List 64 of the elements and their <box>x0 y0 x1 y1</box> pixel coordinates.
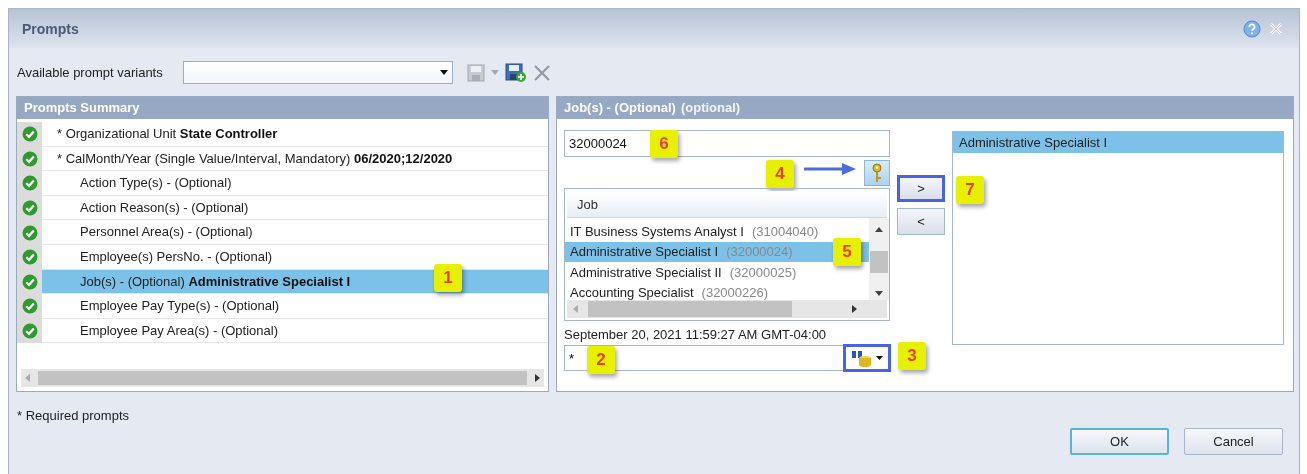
caret-icon[interactable] <box>490 70 499 75</box>
prompt-item[interactable]: Personnel Area(s) - (Optional) <box>42 220 548 245</box>
binoculars-database-icon <box>851 349 873 367</box>
up-arrow-icon <box>875 227 883 232</box>
check-icon <box>21 150 38 167</box>
callout-badge: 1 <box>434 263 462 292</box>
check-icon <box>21 200 38 217</box>
prompt-item[interactable]: Action Type(s) - (Optional) <box>42 171 548 196</box>
help-icon[interactable] <box>1243 19 1261 38</box>
list-item[interactable]: Accounting Specialist (32000226) <box>565 282 869 300</box>
search-button[interactable] <box>843 344 891 372</box>
save-as-icon[interactable] <box>504 62 527 83</box>
callout-badge: 2 <box>587 346 615 374</box>
panel-header: Job(s) - (Optional) <box>564 99 676 117</box>
key-button[interactable] <box>864 159 890 186</box>
panel-header: Prompts Summary <box>17 97 548 119</box>
prompt-item[interactable]: Employee Pay Type(s) - (Optional) <box>42 294 548 319</box>
horizontal-scrollbar[interactable] <box>21 369 544 387</box>
footnote: * Required prompts <box>17 408 129 423</box>
ok-button[interactable]: OK <box>1070 428 1169 455</box>
cancel-button[interactable]: Cancel <box>1184 428 1283 455</box>
vertical-scrollbar[interactable] <box>869 218 889 300</box>
delete-icon[interactable] <box>532 63 551 82</box>
check-icon <box>21 249 38 266</box>
check-icon <box>21 323 38 340</box>
check-icon <box>21 224 38 241</box>
close-icon[interactable] <box>1269 21 1283 36</box>
caret-icon <box>876 356 883 360</box>
prompt-item[interactable]: Action Reason(s) - (Optional) <box>42 195 548 221</box>
prompt-item[interactable]: * CalMonth/Year (Single Value/Interval, Mandatory) 06/2020;12/2020 <box>42 146 548 172</box>
horizontal-scrollbar[interactable] <box>567 300 887 318</box>
left-arrow-icon <box>573 305 578 313</box>
field-label: Available prompt variants <box>17 65 163 80</box>
callout-badge: 7 <box>956 176 984 204</box>
scroll-thumb[interactable] <box>870 250 888 273</box>
scroll-thumb[interactable] <box>38 371 527 385</box>
timestamp: September 20, 2021 11:59:27 AM GMT-04:00 <box>564 327 828 342</box>
callout-badge: 3 <box>898 342 926 370</box>
prompt-item[interactable]: Employee Pay Area(s) - (Optional) <box>42 318 548 344</box>
key-icon <box>871 162 883 183</box>
window-title: Prompts <box>22 20 79 37</box>
callout-badge: 4 <box>766 160 794 188</box>
right-arrow-icon <box>852 305 857 313</box>
callout-badge: 5 <box>833 237 861 266</box>
variant-dropdown[interactable] <box>182 61 453 84</box>
scroll-thumb[interactable] <box>588 301 792 317</box>
check-icon <box>21 126 38 143</box>
add-button[interactable]: > <box>897 175 945 202</box>
check-icon <box>21 273 38 290</box>
remove-button[interactable]: < <box>897 208 945 235</box>
right-arrow-icon <box>535 374 540 382</box>
prompt-item[interactable]: * Organizational Unit State Controller <box>42 122 548 147</box>
check-icon <box>21 298 38 315</box>
check-icon <box>21 175 38 192</box>
left-arrow-icon <box>25 374 30 382</box>
caret-icon <box>439 70 448 75</box>
column-header: Job <box>567 191 887 218</box>
job-list[interactable]: Job IT Business Systems Analyst I (31004040) Administrative Specialist I (32000024) 5 Administrative Specialist II (32000025) Accounting Specialist (32000226) <box>564 188 890 321</box>
panel-hint: (optional) <box>680 99 741 117</box>
arrow-icon <box>804 163 856 175</box>
down-arrow-icon <box>875 291 883 296</box>
callout-badge: 6 <box>650 130 678 158</box>
save-icon[interactable] <box>466 63 485 82</box>
list-item[interactable]: Administrative Specialist I <box>953 132 1283 153</box>
